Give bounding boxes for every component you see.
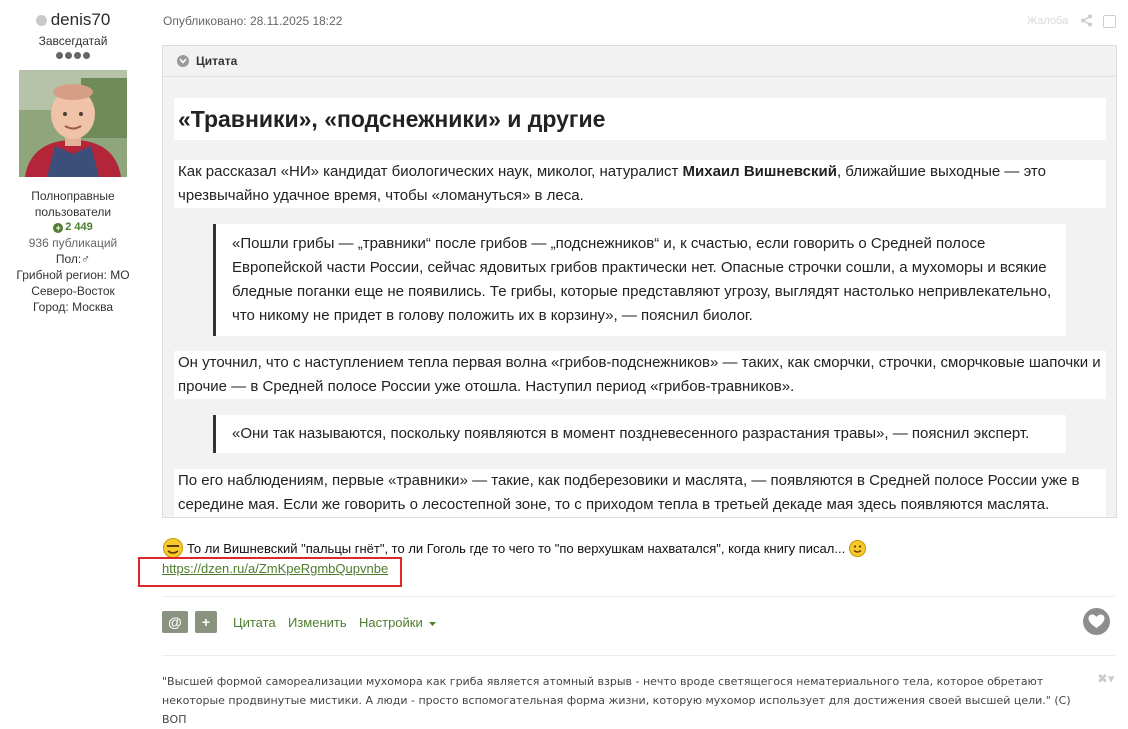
author-name[interactable]: denis70 xyxy=(51,10,111,30)
divider xyxy=(162,655,1115,656)
article-paragraph: Как рассказал «НИ» кандидат биологически… xyxy=(174,160,1106,208)
quote-button[interactable]: Цитата xyxy=(233,615,276,630)
author-region: Грибной регион: МО Северо-Восток xyxy=(16,268,130,298)
rank-pip xyxy=(74,52,81,59)
author-sidebar: denis70 Завсегдатай Полноправные пользов… xyxy=(0,0,146,315)
like-button[interactable] xyxy=(1083,608,1110,635)
emoji-icon xyxy=(849,539,867,557)
user-signature: "Высшей формой самореализации мухомора к… xyxy=(162,675,1071,726)
share-icon[interactable] xyxy=(1080,14,1093,27)
plus-circle-icon: + xyxy=(53,222,64,233)
rank-pip xyxy=(56,52,63,59)
expert-name: Михаил Вишневский xyxy=(682,163,837,180)
quote-box: Цитата «Травники», «подснежники» и други… xyxy=(162,45,1117,518)
highlight-box xyxy=(138,557,402,587)
rank-pip xyxy=(83,52,90,59)
status-dot-icon xyxy=(35,14,47,26)
author-city: Город: Москва xyxy=(32,300,114,314)
settings-label: Настройки xyxy=(359,615,423,630)
reputation-value: 2 449 xyxy=(65,221,93,233)
post-count: 936 публикаций xyxy=(28,236,118,250)
emoji-icon xyxy=(163,538,183,558)
article-paragraph: Он уточнил, что с наступлением тепла пер… xyxy=(174,351,1106,399)
blockquote: «Они так называются, поскольку появляютс… xyxy=(213,415,1066,453)
avatar[interactable] xyxy=(19,70,127,177)
plus-button[interactable]: + xyxy=(195,611,217,633)
reputation-badge[interactable]: + 2 449 xyxy=(0,220,146,235)
settings-menu[interactable]: Настройки xyxy=(359,615,437,630)
close-icon[interactable]: ✖▾ xyxy=(1097,671,1114,687)
article-title: «Травники», «подснежники» и другие xyxy=(174,98,1106,140)
published-date: Опубликовано: 28.11.2025 18:22 xyxy=(163,14,343,28)
author-rank: Завсегдатай xyxy=(38,34,108,48)
heart-icon xyxy=(1088,614,1105,628)
quote-header[interactable]: Цитата xyxy=(163,46,1116,77)
report-link[interactable]: Жалоба xyxy=(1027,15,1068,27)
divider xyxy=(162,596,1115,597)
paragraph-text: Как рассказал «НИ» кандидат биологически… xyxy=(178,163,683,180)
post-comment: То ли Вишневский "пальцы гнёт", то ли Го… xyxy=(163,538,867,558)
blockquote: «Пошли грибы — „травники“ после грибов —… xyxy=(213,224,1066,336)
chevron-down-icon[interactable] xyxy=(177,55,189,67)
rank-pips xyxy=(0,52,146,59)
edit-button[interactable]: Изменить xyxy=(288,615,347,630)
author-gender: Пол:♂ xyxy=(55,252,91,266)
mention-button[interactable]: @ xyxy=(162,611,188,633)
quote-label: Цитата xyxy=(196,54,238,68)
article-paragraph: По его наблюдениям, первые «травники» — … xyxy=(174,469,1106,517)
select-post-checkbox[interactable] xyxy=(1103,15,1116,28)
rank-pip xyxy=(65,52,72,59)
author-name-row: denis70 xyxy=(0,10,146,30)
author-group: Полноправные пользователи xyxy=(31,189,115,219)
caret-down-icon xyxy=(429,621,437,626)
comment-text: То ли Вишневский "пальцы гнёт", то ли Го… xyxy=(187,540,846,556)
